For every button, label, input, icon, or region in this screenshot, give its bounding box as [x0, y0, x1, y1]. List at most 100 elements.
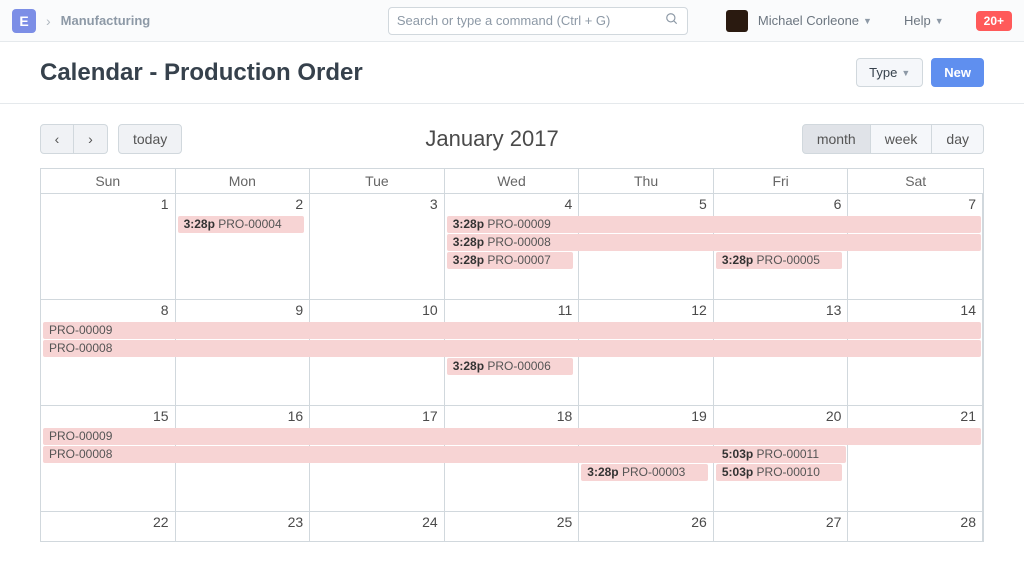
day-number: 22: [41, 512, 175, 532]
calendar-event[interactable]: PRO-00008: [43, 340, 981, 357]
day-number: 24: [310, 512, 444, 532]
calendar-event[interactable]: 3:28p PRO-00004: [178, 216, 305, 233]
event-label: PRO-00009: [487, 217, 550, 231]
dow-label: Wed: [445, 169, 580, 194]
event-label: PRO-00009: [49, 429, 112, 443]
search-icon: [665, 12, 679, 29]
prev-button[interactable]: ‹: [40, 124, 74, 154]
event-time: 3:28p: [587, 465, 622, 479]
app-logo[interactable]: E: [12, 9, 36, 33]
new-button[interactable]: New: [931, 58, 984, 87]
day-cell[interactable]: 24: [310, 512, 445, 541]
notification-badge[interactable]: 20+: [976, 11, 1012, 31]
view-week[interactable]: week: [871, 124, 933, 154]
day-number: 26: [579, 512, 713, 532]
day-number: 28: [848, 512, 982, 532]
calendar-event[interactable]: PRO-00009: [43, 428, 981, 445]
chevron-left-icon: ‹: [55, 131, 60, 147]
view-month[interactable]: month: [802, 124, 871, 154]
event-time: 3:28p: [453, 217, 488, 231]
event-time: 3:28p: [184, 217, 219, 231]
view-day[interactable]: day: [932, 124, 984, 154]
calendar-event[interactable]: 3:28p PRO-00008: [447, 234, 981, 251]
day-cell[interactable]: 2: [176, 194, 311, 299]
day-cell[interactable]: 28: [848, 512, 983, 541]
week-row: 891011121314PRO-00009PRO-000083:28p PRO-…: [41, 300, 983, 406]
day-cell[interactable]: 22: [41, 512, 176, 541]
day-number: 20: [714, 406, 848, 426]
day-number: 6: [714, 194, 848, 214]
type-button[interactable]: Type ▼: [856, 58, 923, 87]
event-label: PRO-00009: [49, 323, 112, 337]
help-label: Help: [904, 13, 931, 28]
help-menu[interactable]: Help▼: [904, 13, 944, 28]
event-time: 3:28p: [453, 359, 488, 373]
event-time: 3:28p: [453, 235, 488, 249]
calendar-event[interactable]: 3:28p PRO-00005: [716, 252, 843, 269]
day-cell[interactable]: 25: [445, 512, 580, 541]
calendar-event[interactable]: 3:28p PRO-00007: [447, 252, 574, 269]
event-label: PRO-00008: [487, 235, 550, 249]
week-row: 12345673:28p PRO-000043:28p PRO-000093:2…: [41, 194, 983, 300]
day-number: 2: [176, 194, 310, 214]
day-number: 8: [41, 300, 175, 320]
user-menu[interactable]: Michael Corleone▼: [758, 13, 872, 28]
event-label: PRO-00006: [487, 359, 550, 373]
avatar[interactable]: [726, 10, 748, 32]
type-label: Type: [869, 65, 897, 80]
day-number: 25: [445, 512, 579, 532]
today-button[interactable]: today: [118, 124, 182, 154]
day-number: 13: [714, 300, 848, 320]
day-number: 16: [176, 406, 310, 426]
next-button[interactable]: ›: [74, 124, 108, 154]
day-number: 14: [848, 300, 982, 320]
calendar-event[interactable]: 3:28p PRO-00006: [447, 358, 574, 375]
chevron-right-icon: ›: [88, 131, 93, 147]
calendar-event[interactable]: 3:28p PRO-00009: [447, 216, 981, 233]
event-label: PRO-00008: [49, 447, 112, 461]
breadcrumb[interactable]: Manufacturing: [61, 13, 151, 28]
week-row: 15161718192021PRO-00009PRO-000085:03p PR…: [41, 406, 983, 512]
calendar-grid: SunMonTueWedThuFriSat 12345673:28p PRO-0…: [40, 168, 984, 542]
chevron-right-icon: ›: [46, 13, 51, 29]
calendar-header: ‹ › today January 2017 month week day: [40, 124, 984, 154]
event-label: PRO-00008: [49, 341, 112, 355]
day-cell[interactable]: 21: [848, 406, 983, 511]
dow-label: Mon: [176, 169, 311, 194]
day-cell[interactable]: 26: [579, 512, 714, 541]
calendar-event[interactable]: 5:03p PRO-00010: [716, 464, 843, 481]
page-title: Calendar - Production Order: [40, 59, 363, 87]
event-time: 5:03p: [722, 465, 757, 479]
calendar-event[interactable]: PRO-00009: [43, 322, 981, 339]
event-time: 5:03p: [722, 447, 757, 461]
day-number: 9: [176, 300, 310, 320]
event-time: 3:28p: [722, 253, 757, 267]
day-cell[interactable]: 3: [310, 194, 445, 299]
calendar-title: January 2017: [182, 126, 802, 152]
caret-down-icon: ▼: [901, 68, 910, 78]
day-number: 17: [310, 406, 444, 426]
day-cell[interactable]: 27: [714, 512, 849, 541]
caret-down-icon: ▼: [863, 16, 872, 26]
day-cell[interactable]: 1: [41, 194, 176, 299]
event-label: PRO-00005: [757, 253, 820, 267]
search-input[interactable]: [397, 13, 665, 28]
event-label: PRO-00010: [757, 465, 820, 479]
day-of-week-row: SunMonTueWedThuFriSat: [41, 169, 983, 194]
search-input-wrap[interactable]: [388, 7, 688, 35]
day-number: 4: [445, 194, 579, 214]
dow-label: Sat: [848, 169, 983, 194]
day-number: 3: [310, 194, 444, 214]
calendar-event[interactable]: 3:28p PRO-00003: [581, 464, 708, 481]
day-number: 27: [714, 512, 848, 532]
dow-label: Fri: [714, 169, 849, 194]
day-number: 23: [176, 512, 310, 532]
dow-label: Thu: [579, 169, 714, 194]
day-cell[interactable]: 23: [176, 512, 311, 541]
day-number: 18: [445, 406, 579, 426]
day-number: 7: [848, 194, 982, 214]
day-number: 19: [579, 406, 713, 426]
day-number: 1: [41, 194, 175, 214]
calendar-event[interactable]: 5:03p PRO-00011: [716, 446, 843, 463]
event-time: 3:28p: [453, 253, 488, 267]
